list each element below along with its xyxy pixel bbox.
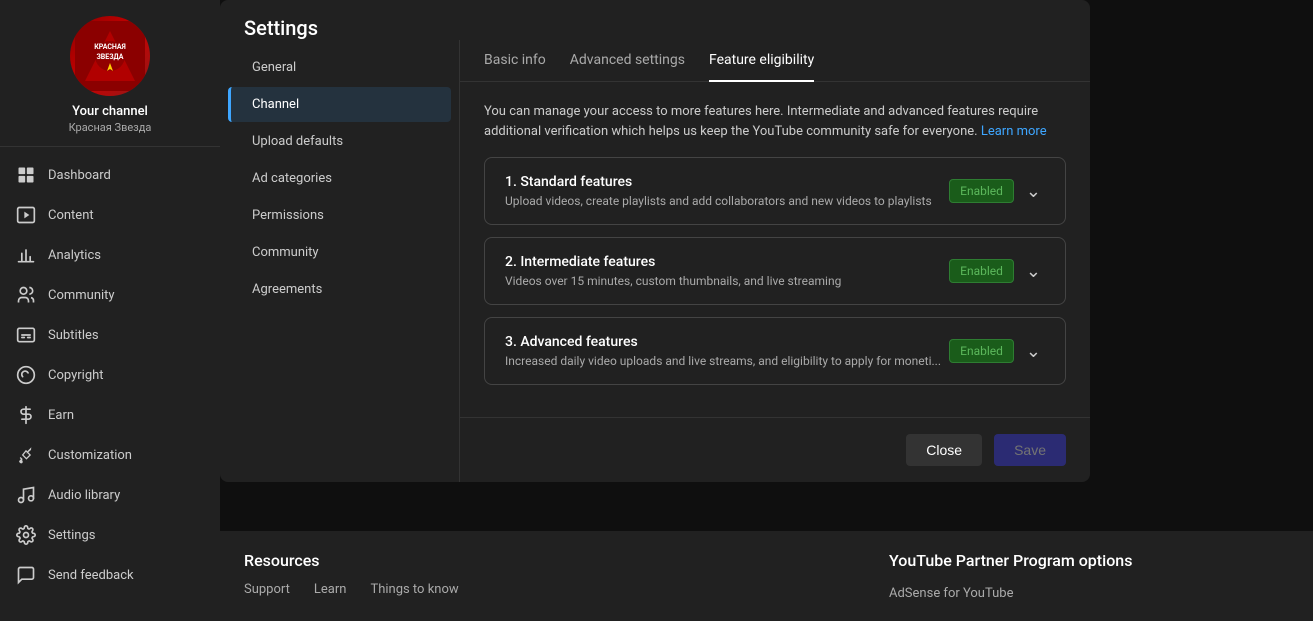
modal-nav-upload-defaults[interactable]: Upload defaults — [228, 124, 451, 159]
feature-advanced-expand[interactable]: ⌄ — [1022, 337, 1045, 366]
sidebar-item-customization[interactable]: Customization — [0, 435, 220, 475]
channel-subtitle: Красная Звезда — [69, 121, 152, 134]
feedback-icon — [16, 565, 36, 585]
feature-card-standard-left: 1. Standard features Upload videos, crea… — [505, 174, 949, 208]
sidebar-item-audio-label: Audio library — [48, 488, 120, 503]
modal-body: General Channel Upload defaults Ad categ… — [220, 40, 1090, 482]
sidebar-item-copyright[interactable]: Copyright — [0, 355, 220, 395]
sidebar-item-audio-library[interactable]: Audio library — [0, 475, 220, 515]
settings-modal: Settings General Channel Upload defaults… — [220, 0, 1313, 621]
sidebar-item-copyright-label: Copyright — [48, 368, 104, 383]
sidebar: КРАСНАЯ ЗВЕЗДА Your channel Красная Звез… — [0, 0, 220, 621]
tab-advanced-settings[interactable]: Advanced settings — [570, 40, 685, 82]
sidebar-item-subtitles-label: Subtitles — [48, 328, 99, 343]
modal-nav-ad-categories[interactable]: Ad categories — [228, 161, 451, 196]
modal-sidebar: General Channel Upload defaults Ad categ… — [220, 40, 460, 482]
main-content: Resources Support Learn Things to know Y… — [220, 0, 1313, 621]
gear-icon — [16, 525, 36, 545]
feature-advanced-right: Enabled ⌄ — [949, 337, 1045, 366]
feature-intermediate-status: Enabled — [949, 259, 1014, 283]
brush-icon — [16, 445, 36, 465]
learn-more-link[interactable]: Learn more — [981, 124, 1047, 139]
feature-standard-status: Enabled — [949, 179, 1014, 203]
grid-icon — [16, 165, 36, 185]
close-button[interactable]: Close — [906, 434, 982, 466]
modal-nav-agreements[interactable]: Agreements — [228, 272, 451, 307]
feature-intro-text: You can manage your access to more featu… — [484, 102, 1066, 141]
sidebar-item-content[interactable]: Content — [0, 195, 220, 235]
modal-main: Basic info Advanced settings Feature eli… — [460, 40, 1090, 482]
channel-avatar[interactable]: КРАСНАЯ ЗВЕЗДА — [70, 16, 150, 96]
people-icon — [16, 285, 36, 305]
sidebar-item-earn[interactable]: Earn — [0, 395, 220, 435]
feature-advanced-desc: Increased daily video uploads and live s… — [505, 354, 949, 368]
save-button[interactable]: Save — [994, 434, 1066, 466]
feature-card-advanced: 3. Advanced features Increased daily vid… — [484, 317, 1066, 385]
modal-dialog: Settings General Channel Upload defaults… — [220, 0, 1090, 482]
sidebar-item-customization-label: Customization — [48, 448, 132, 463]
channel-info: КРАСНАЯ ЗВЕЗДА Your channel Красная Звез… — [0, 0, 220, 147]
modal-nav-permissions[interactable]: Permissions — [228, 198, 451, 233]
feature-standard-right: Enabled ⌄ — [949, 177, 1045, 206]
subtitles-icon — [16, 325, 36, 345]
play-icon — [16, 205, 36, 225]
feature-card-intermediate: 2. Intermediate features Videos over 15 … — [484, 237, 1066, 305]
feature-card-standard: 1. Standard features Upload videos, crea… — [484, 157, 1066, 225]
feature-intermediate-expand[interactable]: ⌄ — [1022, 257, 1045, 286]
modal-footer: Close Save — [460, 417, 1090, 482]
channel-name: Your channel — [72, 104, 148, 119]
feature-advanced-status: Enabled — [949, 339, 1014, 363]
sidebar-item-content-label: Content — [48, 208, 94, 223]
sidebar-item-settings-label: Settings — [48, 528, 95, 543]
music-icon — [16, 485, 36, 505]
modal-nav-community[interactable]: Community — [228, 235, 451, 270]
sidebar-item-analytics[interactable]: Analytics — [0, 235, 220, 275]
modal-nav-general[interactable]: General — [228, 50, 451, 85]
feature-intermediate-title: 2. Intermediate features — [505, 254, 949, 270]
sidebar-nav: Dashboard Content Analytics Community — [0, 147, 220, 621]
chart-icon — [16, 245, 36, 265]
copyright-icon — [16, 365, 36, 385]
feature-standard-expand[interactable]: ⌄ — [1022, 177, 1045, 206]
sidebar-item-settings[interactable]: Settings — [0, 515, 220, 555]
dollar-icon — [16, 405, 36, 425]
modal-content-area: You can manage your access to more featu… — [460, 82, 1090, 417]
sidebar-item-subtitles[interactable]: Subtitles — [0, 315, 220, 355]
sidebar-item-community-label: Community — [48, 288, 115, 303]
feature-standard-desc: Upload videos, create playlists and add … — [505, 194, 949, 208]
sidebar-item-dashboard-label: Dashboard — [48, 168, 111, 183]
feature-card-advanced-left: 3. Advanced features Increased daily vid… — [505, 334, 949, 368]
svg-text:КРАСНАЯ: КРАСНАЯ — [94, 43, 126, 51]
sidebar-item-dashboard[interactable]: Dashboard — [0, 155, 220, 195]
sidebar-item-feedback[interactable]: Send feedback — [0, 555, 220, 595]
modal-nav-channel[interactable]: Channel — [228, 87, 451, 122]
modal-title: Settings — [244, 16, 318, 40]
tab-feature-eligibility[interactable]: Feature eligibility — [709, 40, 814, 82]
sidebar-item-earn-label: Earn — [48, 408, 74, 423]
feature-standard-title: 1. Standard features — [505, 174, 949, 190]
modal-header: Settings — [220, 0, 1090, 40]
sidebar-item-analytics-label: Analytics — [48, 248, 101, 263]
feature-advanced-title: 3. Advanced features — [505, 334, 949, 350]
feature-intermediate-desc: Videos over 15 minutes, custom thumbnail… — [505, 274, 949, 288]
feature-card-intermediate-left: 2. Intermediate features Videos over 15 … — [505, 254, 949, 288]
feature-intermediate-right: Enabled ⌄ — [949, 257, 1045, 286]
svg-text:ЗВЕЗДА: ЗВЕЗДА — [96, 53, 123, 61]
tab-basic-info[interactable]: Basic info — [484, 40, 546, 82]
sidebar-item-feedback-label: Send feedback — [48, 568, 134, 583]
sidebar-item-community[interactable]: Community — [0, 275, 220, 315]
modal-tabs: Basic info Advanced settings Feature eli… — [460, 40, 1090, 82]
